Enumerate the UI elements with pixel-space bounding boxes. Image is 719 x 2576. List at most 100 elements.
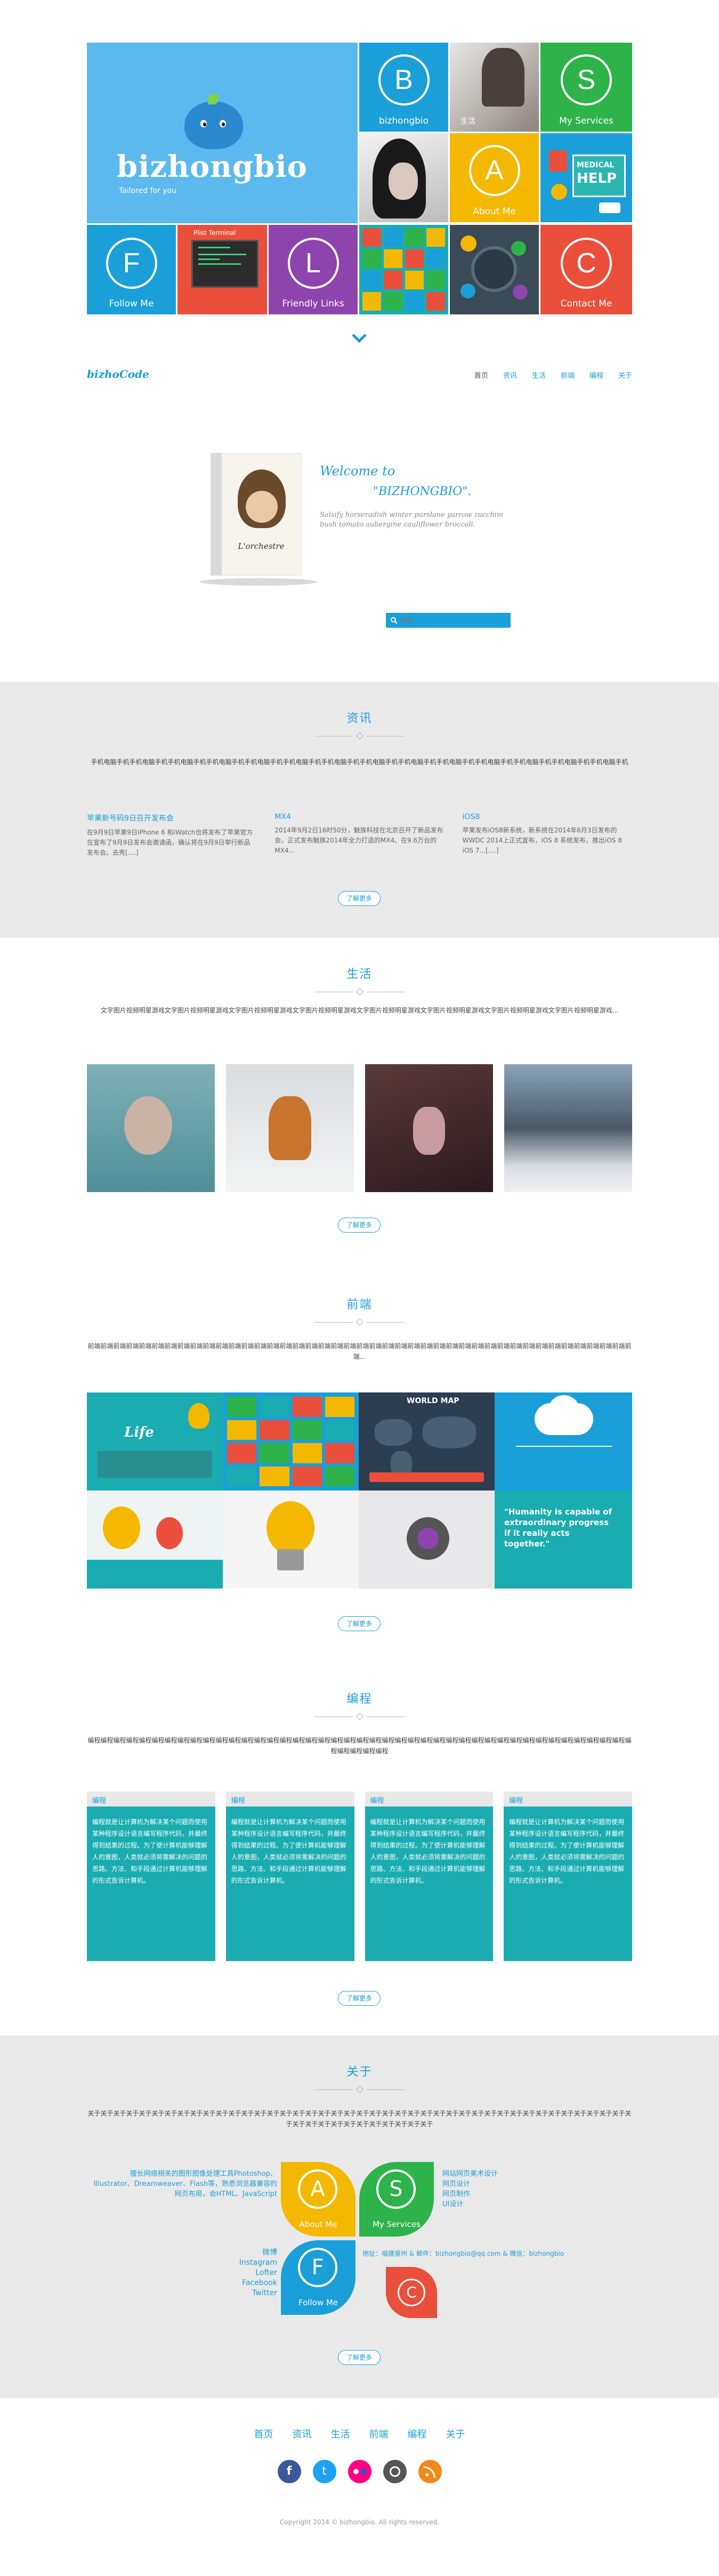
news-item-title[interactable]: MX4: [274, 813, 444, 821]
tile-label: bizhongbio: [378, 116, 429, 126]
programming-card[interactable]: 编程 编程就是让计算机为解决某个问题而使用某种程序设计语言编写程序代码，并最终得…: [87, 1792, 215, 1961]
tile-services[interactable]: S My Services: [540, 43, 632, 132]
service-item[interactable]: 网页制作: [442, 2189, 498, 2199]
nav-item-home[interactable]: 首页: [474, 370, 488, 380]
tile-letter: B: [378, 54, 430, 106]
service-item[interactable]: UI设计: [442, 2199, 498, 2209]
tile-medical-graphic[interactable]: MEDICAL HELP: [540, 133, 632, 222]
rss-icon[interactable]: [418, 2460, 442, 2483]
frontend-image[interactable]: WORLD MAP: [359, 1392, 495, 1490]
programming-card[interactable]: 编程 编程就是让计算机为解决某个问题而使用某种程序设计语言编写程序代码，并最终得…: [504, 1792, 632, 1961]
life-photo[interactable]: [504, 1064, 632, 1192]
life-more-button[interactable]: 了解更多: [338, 1218, 381, 1233]
service-item[interactable]: 网页设计: [442, 2179, 498, 2189]
follow-petal[interactable]: F Follow Me: [281, 2240, 356, 2315]
scroll-down-chevron-icon[interactable]: [351, 333, 367, 349]
life-label: Life: [124, 1424, 154, 1440]
follow-item-lofter[interactable]: Lofter: [224, 2268, 277, 2278]
terminal-window: [191, 240, 258, 288]
tile-letter: A: [468, 145, 520, 196]
programming-card[interactable]: 编程 编程就是让计算机为解决某个问题而使用某种程序设计语言编写程序代码，并最终得…: [225, 1792, 354, 1961]
footer-nav-about[interactable]: 关于: [446, 2427, 465, 2441]
card-title[interactable]: 编程: [370, 1795, 384, 1805]
section-divider: [314, 2085, 405, 2094]
card-body: 编程就是让计算机为解决某个问题而使用某种程序设计语言编写程序代码，并最终得到结果…: [231, 1818, 346, 1884]
facebook-icon[interactable]: f: [277, 2460, 301, 2483]
welcome-name: "BIZHONGBIO".: [373, 485, 472, 498]
news-item-title[interactable]: iOS8: [463, 813, 632, 821]
nav-item-news[interactable]: 资讯: [503, 370, 517, 380]
news-item-title[interactable]: 苹果新号码9日召开发布会: [87, 813, 256, 823]
life-photo[interactable]: [365, 1064, 493, 1192]
card-title[interactable]: 编程: [509, 1795, 523, 1805]
petal-label: Follow Me: [298, 2298, 338, 2307]
footer-nav-programming[interactable]: 编程: [408, 2427, 427, 2441]
petal-letter: C: [398, 2279, 425, 2306]
programming-more-button[interactable]: 了解更多: [338, 1991, 381, 2006]
news-item-body: 2014年9月2日16时50分，魅族科技在北京召开了新品发布会，正式发布魅族20…: [274, 827, 443, 854]
tile-icon-grid[interactable]: [359, 225, 448, 314]
nav-item-frontend[interactable]: 前端: [561, 370, 575, 380]
frontend-gallery: Life WORLD MAP "Humanity is capable of e…: [87, 1392, 632, 1589]
frontend-section: 前端 前端前端前端前端前端前端前端前端前端前端前端前端前端前端前端前端前端前端前…: [0, 1258, 719, 1652]
terminal-title: Plist Terminal: [193, 229, 236, 237]
search-input[interactable]: [400, 615, 506, 626]
flickr-icon[interactable]: [348, 2460, 371, 2483]
frontend-image[interactable]: [223, 1392, 359, 1490]
nav-item-life[interactable]: 生活: [532, 370, 546, 380]
frontend-more-button[interactable]: 了解更多: [338, 1616, 381, 1631]
site-logo[interactable]: bizhoCode: [87, 368, 149, 380]
tile-follow[interactable]: F Follow Me: [87, 225, 176, 314]
frontend-image[interactable]: [495, 1392, 632, 1490]
life-photo[interactable]: [87, 1064, 215, 1192]
card-title[interactable]: 编程: [92, 1795, 106, 1805]
news-item[interactable]: 苹果新号码9日召开发布会 在9月9日苹果9日iPhone 6 和iWatch也将…: [87, 813, 256, 858]
footer-nav-life[interactable]: 生活: [331, 2427, 350, 2441]
social-icons: f t: [0, 2460, 719, 2483]
news-item[interactable]: iOS8 苹果发布iOS8新系统，新系统在2014年6月3日发布的WWDC 20…: [463, 813, 632, 858]
medical-line2: HELP: [577, 171, 617, 187]
life-photo[interactable]: [226, 1064, 354, 1192]
instagram-icon[interactable]: [383, 2460, 407, 2483]
tile-letter: S: [561, 54, 612, 106]
news-item[interactable]: MX4 2014年9月2日16时50分，魅族科技在北京召开了新品发布会，正式发布…: [274, 813, 444, 858]
twitter-icon[interactable]: t: [312, 2460, 336, 2483]
tile-bizhongbio[interactable]: B bizhongbio: [359, 43, 448, 132]
tile-terminal[interactable]: Plist Terminal: [177, 225, 267, 314]
welcome-heading: Welcome to: [320, 464, 395, 479]
follow-item-instagram[interactable]: Instagram: [224, 2258, 277, 2268]
frontend-image[interactable]: Life: [87, 1392, 223, 1490]
footer-nav-home[interactable]: 首页: [254, 2427, 273, 2441]
tile-contact[interactable]: C Contact Me: [540, 225, 632, 314]
frontend-image[interactable]: [87, 1490, 223, 1589]
copyright: Copyright 2014 © bizhongbio. All rights …: [279, 2518, 440, 2526]
services-petal[interactable]: S My Services: [359, 2162, 434, 2237]
nav-item-about[interactable]: 关于: [618, 370, 632, 380]
nav-item-programming[interactable]: 编程: [589, 370, 603, 380]
frontend-image[interactable]: "Humanity is capable of extraordinary pr…: [495, 1490, 632, 1589]
contact-petal[interactable]: C: [386, 2267, 437, 2318]
quote-text: "Humanity is capable of extraordinary pr…: [504, 1507, 612, 1549]
frontend-image[interactable]: [223, 1490, 359, 1589]
frontend-image[interactable]: [359, 1490, 495, 1589]
tile-links[interactable]: L Friendly Links: [269, 225, 358, 314]
card-title[interactable]: 编程: [231, 1795, 245, 1805]
footer-nav-news[interactable]: 资讯: [293, 2427, 312, 2441]
programming-card[interactable]: 编程 编程就是让计算机为解决某个问题而使用某种程序设计语言编写程序代码，并最终得…: [365, 1792, 494, 1961]
follow-list: 微博 Instagram Lofter Facebook Twitter: [224, 2248, 277, 2298]
news-more-button[interactable]: 了解更多: [338, 891, 381, 906]
tile-network-graphic[interactable]: [450, 225, 539, 314]
follow-item-twitter[interactable]: Twitter: [224, 2288, 277, 2298]
search-box[interactable]: [386, 613, 511, 628]
tile-life-photo[interactable]: 生活: [450, 43, 539, 132]
about-more-button[interactable]: 了解更多: [338, 2350, 381, 2365]
tile-about[interactable]: A About Me: [450, 133, 539, 222]
about-petal[interactable]: A About Me: [281, 2162, 356, 2237]
follow-item-weibo[interactable]: 微博: [224, 2248, 277, 2258]
follow-item-facebook[interactable]: Facebook: [224, 2278, 277, 2288]
tile-portrait-photo[interactable]: [359, 133, 448, 222]
services-list: 网站网页美术设计 网页设计 网页制作 UI设计: [442, 2169, 498, 2209]
service-item[interactable]: 网站网页美术设计: [442, 2169, 498, 2179]
footer-nav-frontend[interactable]: 前端: [369, 2427, 389, 2441]
nav-bar: bizhoCode 首页 资讯 生活 前端 编程 关于: [87, 366, 632, 387]
